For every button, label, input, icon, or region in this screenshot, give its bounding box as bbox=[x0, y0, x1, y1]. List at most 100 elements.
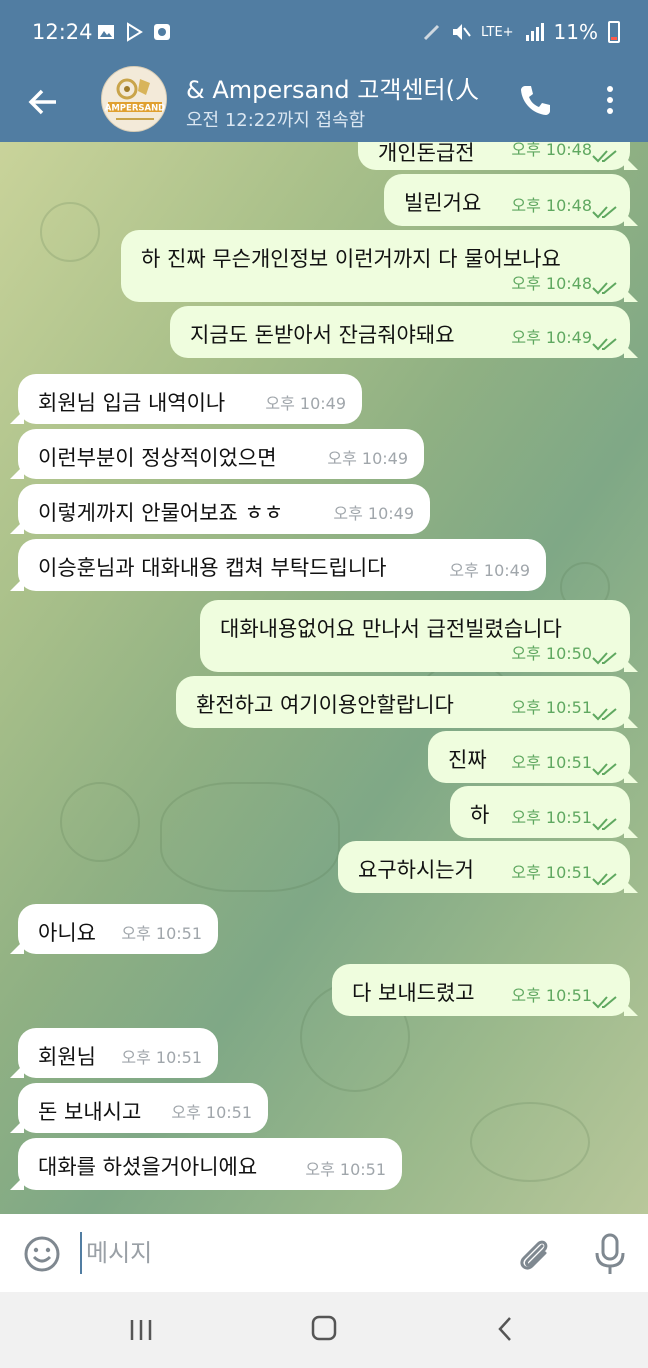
system-navigation-bar bbox=[0, 1292, 648, 1368]
signal-icon bbox=[525, 23, 544, 41]
message-time: 오후 10:51 bbox=[121, 1048, 202, 1067]
bubble-tail bbox=[10, 1119, 24, 1133]
message-text: 대화내용없어요 만나서 급전빌렸습니다 bbox=[220, 617, 562, 641]
outgoing-message[interactable]: 다 보내드렸고 오후 10:51 bbox=[332, 964, 638, 1016]
message-time: 오후 10:51 bbox=[305, 1160, 386, 1179]
message-text: 이렇게까지 안물어보죠 ㅎㅎ bbox=[38, 501, 284, 525]
home-icon[interactable] bbox=[310, 1314, 338, 1342]
incoming-message[interactable]: 대화를 하셨을거아니에요 오후 10:51 bbox=[10, 1138, 402, 1190]
outgoing-message[interactable]: 대화내용없어요 만나서 급전빌렸습니다오후 10:50 bbox=[200, 600, 638, 672]
incoming-message[interactable]: 이승훈님과 대화내용 캡쳐 부탁드립니다 오후 10:49 bbox=[10, 539, 546, 591]
message-time: 오후 10:49 bbox=[327, 449, 408, 468]
message-text: 하 진짜 무슨개인정보 이런거까지 다 물어보나요 bbox=[141, 247, 561, 271]
message-time: 오후 10:49 bbox=[511, 328, 592, 347]
read-check-icon bbox=[592, 646, 620, 665]
message-text: 이런부분이 정상적이었으면 bbox=[38, 446, 277, 470]
message-time: 오후 10:50 bbox=[511, 644, 592, 663]
message-text: 요구하시는거 bbox=[358, 858, 474, 882]
mute-icon bbox=[453, 24, 471, 40]
nav-back-icon[interactable] bbox=[494, 1314, 518, 1344]
chat-history[interactable]: 개인돈급전 오후 10:48 빌린거요 오후 10:48 하 진짜 무슨개인정보 이런거… bbox=[0, 142, 648, 1214]
bubble-tail bbox=[624, 714, 638, 728]
avatar[interactable]: AMPERSAND bbox=[101, 66, 167, 132]
bubble-tail bbox=[624, 824, 638, 838]
message-time: 오후 10:48 bbox=[511, 274, 592, 293]
bubble-tail bbox=[624, 212, 638, 226]
message-text: 환전하고 여기이용안할랍니다 bbox=[196, 693, 454, 717]
message-time: 오후 10:49 bbox=[333, 504, 414, 523]
recent-apps-icon[interactable] bbox=[128, 1316, 156, 1344]
svg-text:AMPERSAND: AMPERSAND bbox=[105, 104, 166, 114]
message-time: 오후 10:49 bbox=[449, 561, 530, 580]
bubble-tail bbox=[624, 1002, 638, 1016]
bubble-tail bbox=[624, 879, 638, 893]
outgoing-message[interactable]: 빌린거요 오후 10:48 bbox=[384, 174, 638, 226]
message-time: 오후 10:51 bbox=[171, 1103, 252, 1122]
message-text: 개인돈급전 bbox=[378, 142, 475, 165]
battery-icon bbox=[608, 21, 620, 43]
read-check-icon bbox=[592, 144, 620, 163]
outgoing-message[interactable]: 요구하시는거 오후 10:51 bbox=[338, 841, 638, 893]
message-time: 오후 10:51 bbox=[511, 698, 592, 717]
incoming-message[interactable]: 이런부분이 정상적이었으면 오후 10:49 bbox=[10, 429, 424, 479]
phone-icon[interactable] bbox=[517, 82, 553, 118]
incoming-message[interactable]: 회원님 입금 내역이나 오후 10:49 bbox=[10, 374, 362, 424]
last-seen-status: 오전 12:22까지 접속함 bbox=[186, 110, 366, 131]
more-options-icon[interactable] bbox=[598, 82, 622, 118]
background-doodle bbox=[60, 782, 140, 862]
message-text: 하 bbox=[470, 803, 490, 827]
back-arrow-icon[interactable] bbox=[24, 82, 64, 122]
bubble-tail bbox=[10, 940, 24, 954]
message-time: 오후 10:51 bbox=[511, 753, 592, 772]
incoming-message[interactable]: 돈 보내시고 오후 10:51 bbox=[10, 1083, 268, 1133]
microphone-icon[interactable] bbox=[592, 1232, 628, 1276]
incoming-message[interactable]: 이렇게까지 안물어보죠 ㅎㅎ 오후 10:49 bbox=[10, 484, 430, 534]
message-text: 진짜 bbox=[448, 748, 487, 772]
outgoing-message[interactable]: 지금도 돈받아서 잔금줘야돼요 오후 10:49 bbox=[170, 306, 638, 358]
bubble-tail bbox=[624, 288, 638, 302]
bubble-tail bbox=[10, 465, 24, 479]
incoming-message[interactable]: 아니요 오후 10:51 bbox=[10, 904, 218, 954]
incoming-message[interactable]: 회원님 오후 10:51 bbox=[10, 1028, 218, 1078]
background-doodle bbox=[160, 782, 340, 892]
message-text: 돈 보내시고 bbox=[38, 1100, 142, 1124]
status-bar: 12:24 LTE+ 11% bbox=[0, 0, 648, 64]
background-doodle bbox=[40, 202, 100, 262]
bubble-tail bbox=[10, 1176, 24, 1190]
outgoing-message[interactable]: 진짜 오후 10:51 bbox=[428, 731, 638, 783]
read-check-icon bbox=[592, 812, 620, 831]
bubble-tail bbox=[624, 769, 638, 783]
message-time: 오후 10:48 bbox=[511, 196, 592, 215]
message-time: 오후 10:49 bbox=[265, 394, 346, 413]
background-doodle bbox=[470, 1102, 590, 1182]
read-check-icon bbox=[592, 757, 620, 776]
outgoing-message[interactable]: 하 진짜 무슨개인정보 이런거까지 다 물어보나요오후 10:48 bbox=[121, 230, 638, 302]
emoji-icon[interactable] bbox=[22, 1234, 62, 1274]
pen-icon bbox=[423, 24, 440, 41]
notification-icons bbox=[96, 22, 172, 42]
message-text: 다 보내드렸고 bbox=[352, 981, 475, 1005]
message-input[interactable] bbox=[80, 1232, 500, 1274]
system-icons: LTE+ 11% bbox=[423, 20, 620, 44]
outgoing-message[interactable]: 환전하고 여기이용안할랍니다 오후 10:51 bbox=[176, 676, 638, 728]
message-text: 빌린거요 bbox=[404, 191, 482, 215]
battery-percent: 11% bbox=[553, 20, 598, 44]
ampersand-logo-icon: AMPERSAND bbox=[103, 68, 166, 131]
outgoing-message[interactable]: 개인돈급전 오후 10:48 bbox=[358, 142, 638, 170]
read-check-icon bbox=[592, 276, 620, 295]
message-composer bbox=[0, 1214, 648, 1292]
bubble-tail bbox=[624, 658, 638, 672]
message-text: 아니요 bbox=[38, 921, 96, 945]
message-text: 회원님 입금 내역이나 bbox=[38, 391, 226, 415]
network-label: LTE+ bbox=[481, 24, 514, 40]
message-text: 대화를 하셨을거아니에요 bbox=[38, 1155, 258, 1179]
attach-icon[interactable] bbox=[514, 1234, 554, 1274]
read-check-icon bbox=[592, 990, 620, 1009]
bubble-tail bbox=[624, 344, 638, 358]
chat-title[interactable]: & Ampersand 고객센터(人 bbox=[186, 70, 496, 105]
message-time: 오후 10:51 bbox=[511, 986, 592, 1005]
message-text: 회원님 bbox=[38, 1045, 96, 1069]
bubble-tail bbox=[624, 156, 638, 170]
read-check-icon bbox=[592, 200, 620, 219]
outgoing-message[interactable]: 하 오후 10:51 bbox=[450, 786, 638, 838]
